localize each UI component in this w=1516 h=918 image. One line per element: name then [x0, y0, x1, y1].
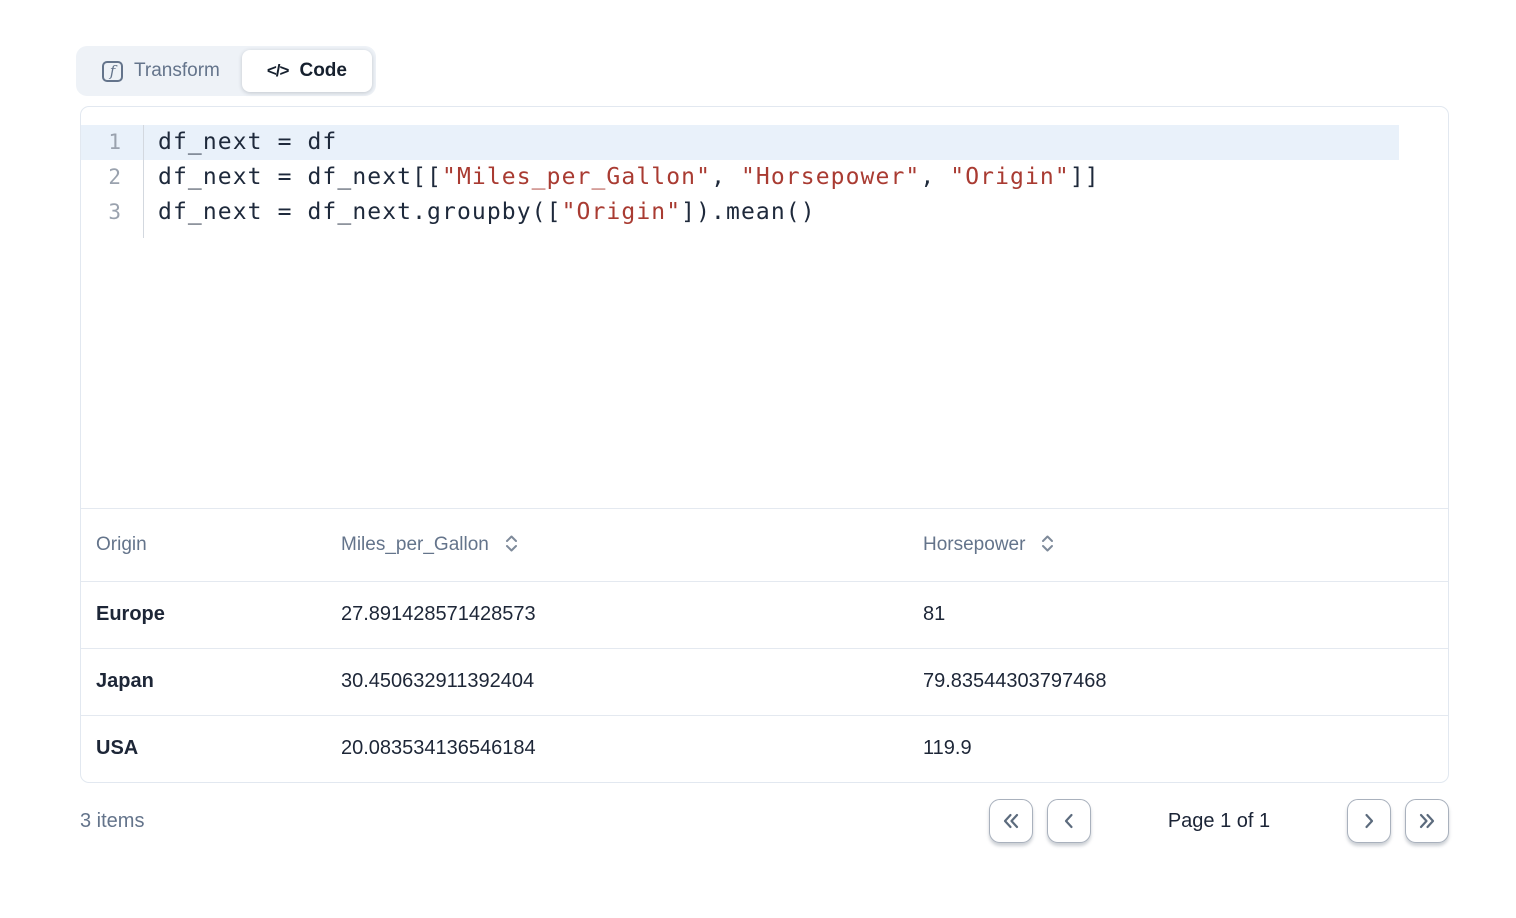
page-indicator: Page 1 of 1	[1105, 810, 1333, 833]
function-icon: f	[102, 61, 123, 82]
cell-horsepower: 79.83544303797468	[908, 648, 1448, 715]
next-page-button[interactable]	[1347, 799, 1391, 843]
cell-origin: USA	[81, 715, 326, 782]
cell-horsepower: 119.9	[908, 715, 1448, 782]
tab-code[interactable]: </> Code	[242, 50, 372, 92]
code-lines: df_next = df df_next = df_next[["Miles_p…	[144, 125, 1100, 238]
line-number-gutter: 1 2 3	[81, 125, 144, 238]
tab-code-label: Code	[299, 60, 347, 82]
column-header-horsepower[interactable]: Horsepower	[908, 509, 1448, 581]
chevrons-right-icon	[1416, 811, 1438, 831]
table-row: USA 20.083534136546184 119.9	[81, 715, 1448, 782]
code-editor[interactable]: 1 2 3 df_next = df df_next = df_next[["M…	[81, 107, 1448, 509]
table-row: Japan 30.450632911392404 79.835443037974…	[81, 648, 1448, 715]
cell-origin: Japan	[81, 648, 326, 715]
first-page-button[interactable]	[989, 799, 1033, 843]
table-header-row: Origin Miles_per_Gallon Horsepower	[81, 509, 1448, 581]
chevrons-left-icon	[1000, 811, 1022, 831]
column-header-origin: Origin	[81, 509, 326, 581]
table-footer: 3 items Page 1 of 1	[80, 799, 1449, 843]
sort-icon[interactable]	[1040, 533, 1055, 554]
chevron-right-icon	[1359, 811, 1379, 831]
cell-horsepower: 81	[908, 581, 1448, 648]
sort-icon[interactable]	[504, 533, 519, 554]
column-header-miles-per-gallon[interactable]: Miles_per_Gallon	[326, 509, 908, 581]
cell-origin: Europe	[81, 581, 326, 648]
items-count: 3 items	[80, 810, 144, 833]
code-line-2: df_next = df_next[["Miles_per_Gallon", "…	[158, 160, 1100, 195]
line-number: 3	[81, 195, 143, 230]
line-number: 2	[81, 160, 143, 195]
line-number: 1	[81, 125, 143, 160]
tab-transform-label: Transform	[134, 60, 220, 82]
main-panel: 1 2 3 df_next = df df_next = df_next[["M…	[80, 106, 1449, 783]
cell-miles-per-gallon: 27.891428571428573	[326, 581, 908, 648]
code-line-1: df_next = df	[158, 125, 1100, 160]
code-slash-icon: </>	[267, 61, 289, 81]
last-page-button[interactable]	[1405, 799, 1449, 843]
result-table: Origin Miles_per_Gallon Horsepower Europ…	[81, 509, 1448, 782]
cell-miles-per-gallon: 30.450632911392404	[326, 648, 908, 715]
tab-transform[interactable]: f Transform	[80, 50, 242, 92]
view-toggle: f Transform </> Code	[76, 46, 376, 96]
chevron-left-icon	[1059, 811, 1079, 831]
pagination-controls: Page 1 of 1	[989, 799, 1449, 843]
cell-miles-per-gallon: 20.083534136546184	[326, 715, 908, 782]
table-row: Europe 27.891428571428573 81	[81, 581, 1448, 648]
previous-page-button[interactable]	[1047, 799, 1091, 843]
code-line-3: df_next = df_next.groupby(["Origin"]).me…	[158, 195, 1100, 230]
